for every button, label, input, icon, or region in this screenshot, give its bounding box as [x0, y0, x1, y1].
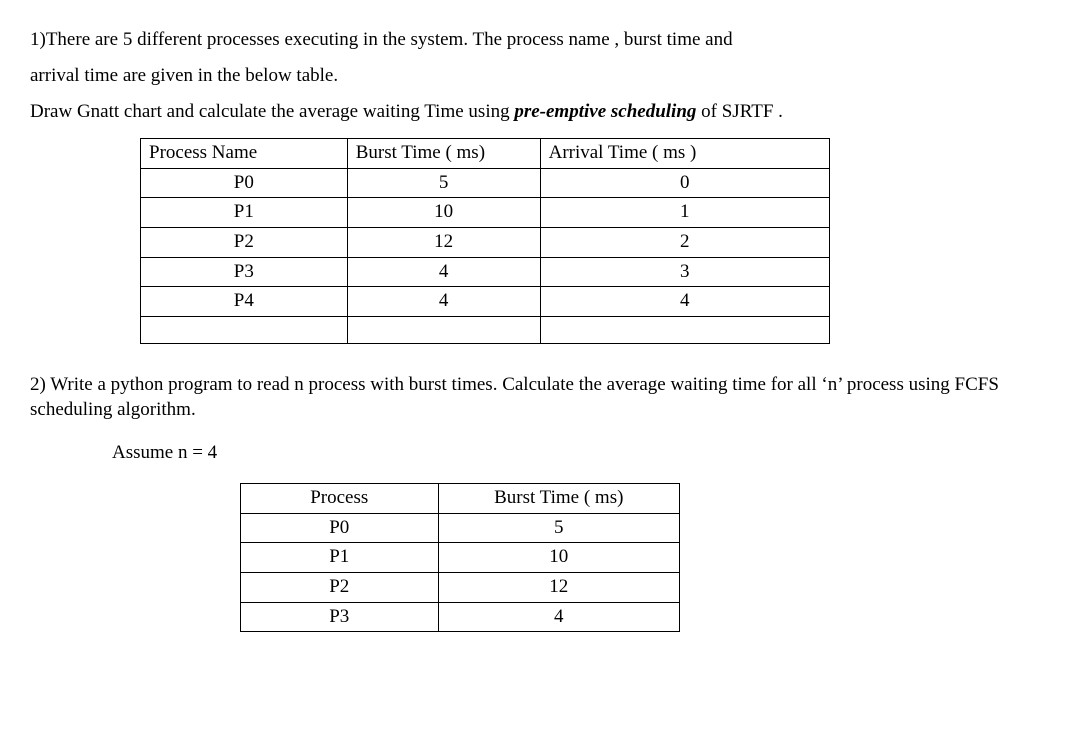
cell: P2 — [141, 228, 348, 258]
empty-cell — [347, 316, 540, 343]
table-row: P0 5 — [241, 513, 680, 543]
cell: P3 — [241, 602, 439, 632]
cell: P0 — [141, 168, 348, 198]
cell: P4 — [141, 287, 348, 317]
table-header-row: Process Burst Time ( ms) — [241, 484, 680, 514]
cell: P2 — [241, 573, 439, 603]
table-row: P3 4 — [241, 602, 680, 632]
cell: 4 — [540, 287, 829, 317]
cell: P1 — [241, 543, 439, 573]
table-row: P2 12 2 — [141, 228, 830, 258]
process-table-1: Process Name Burst Time ( ms) Arrival Ti… — [140, 138, 830, 344]
table-header-row: Process Name Burst Time ( ms) Arrival Ti… — [141, 139, 830, 169]
q1-line3-emphasis: pre-emptive scheduling — [514, 101, 696, 122]
header-process: Process — [241, 484, 439, 514]
header-burst-time: Burst Time ( ms) — [347, 139, 540, 169]
cell: 2 — [540, 228, 829, 258]
header-arrival-time: Arrival Time ( ms ) — [540, 139, 829, 169]
cell: 10 — [347, 198, 540, 228]
cell: P1 — [141, 198, 348, 228]
question1-text: 1)There are 5 different processes execut… — [30, 22, 1050, 130]
table-row: P1 10 1 — [141, 198, 830, 228]
cell: 4 — [347, 287, 540, 317]
assume-text: Assume n = 4 — [112, 435, 1050, 471]
cell: P3 — [141, 257, 348, 287]
table-row: P2 12 — [241, 573, 680, 603]
q1-line3-post: of SJRTF . — [696, 101, 783, 122]
process-table-2: Process Burst Time ( ms) P0 5 P1 10 P2 1… — [240, 483, 680, 632]
empty-cell — [141, 316, 348, 343]
cell: 12 — [347, 228, 540, 258]
cell: P0 — [241, 513, 439, 543]
q1-line3-pre: Draw Gnatt chart and calculate the avera… — [30, 101, 514, 122]
empty-cell — [540, 316, 829, 343]
q1-line2: arrival time are given in the below tabl… — [30, 58, 1050, 94]
cell: 5 — [438, 513, 679, 543]
cell: 0 — [540, 168, 829, 198]
cell: 10 — [438, 543, 679, 573]
cell: 4 — [347, 257, 540, 287]
cell: 4 — [438, 602, 679, 632]
q1-line1: 1)There are 5 different processes execut… — [30, 22, 1050, 58]
cell: 5 — [347, 168, 540, 198]
header-process-name: Process Name — [141, 139, 348, 169]
q1-line3: Draw Gnatt chart and calculate the avera… — [30, 94, 1050, 130]
question2-text: 2) Write a python program to read n proc… — [30, 372, 1050, 423]
cell: 3 — [540, 257, 829, 287]
cell: 12 — [438, 573, 679, 603]
cell: 1 — [540, 198, 829, 228]
table-row: P0 5 0 — [141, 168, 830, 198]
table-row: P1 10 — [241, 543, 680, 573]
header-burst-time: Burst Time ( ms) — [438, 484, 679, 514]
table-row: P3 4 3 — [141, 257, 830, 287]
table-row: P4 4 4 — [141, 287, 830, 317]
table-empty-row — [141, 316, 830, 343]
